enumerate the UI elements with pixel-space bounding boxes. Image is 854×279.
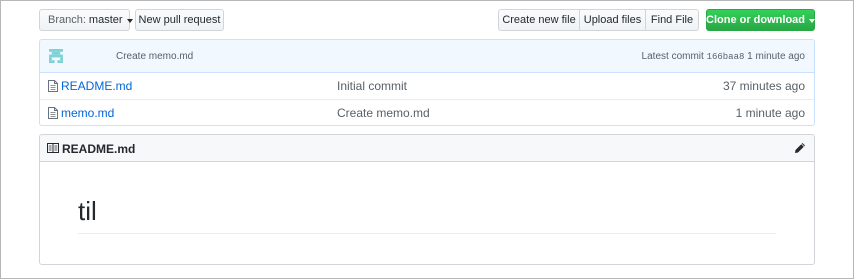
identicon-avatar[interactable] <box>49 49 63 63</box>
file-age: 1 minute ago <box>735 106 805 120</box>
clone-label: Clone or download <box>706 14 805 26</box>
file-actions-group: Create new file Upload files Find File <box>498 9 699 31</box>
readme-title: README.md <box>62 142 136 156</box>
branch-select-button[interactable]: Branch: master <box>39 9 133 31</box>
create-new-file-button[interactable]: Create new file <box>498 9 580 31</box>
pencil-icon[interactable] <box>794 142 806 154</box>
caret-down-icon <box>809 18 815 23</box>
file-commit-message[interactable]: Initial commit <box>337 79 407 93</box>
file-name-link[interactable]: memo.md <box>61 106 114 120</box>
heading-divider <box>78 233 776 234</box>
branch-label: Branch: <box>48 14 86 26</box>
file-icon <box>48 107 58 119</box>
readme-heading: til <box>78 196 97 226</box>
upload-files-button[interactable]: Upload files <box>579 9 646 31</box>
commit-message-link[interactable]: Create memo.md <box>116 51 193 62</box>
branch-value: master <box>88 14 123 26</box>
file-list: Create memo.md Latest commit 166baa8 1 m… <box>39 39 815 126</box>
new-pull-request-button[interactable]: New pull request <box>135 9 224 31</box>
commit-sha-link[interactable]: 166baa8 <box>707 52 745 62</box>
readme-panel: README.md til <box>39 134 815 265</box>
clone-or-download-button[interactable]: Clone or download <box>706 9 815 31</box>
book-icon <box>47 143 59 153</box>
latest-commit-info: Latest commit 166baa8 1 minute ago <box>642 51 805 62</box>
latest-commit-bar: Create memo.md Latest commit 166baa8 1 m… <box>40 40 814 73</box>
file-name-link[interactable]: README.md <box>61 79 132 93</box>
file-commit-message[interactable]: Create memo.md <box>337 106 430 120</box>
file-row: memo.md Create memo.md 1 minute ago <box>40 99 814 125</box>
file-row: README.md Initial commit 37 minutes ago <box>40 73 814 99</box>
readme-content: til <box>40 162 814 264</box>
readme-header: README.md <box>40 135 814 162</box>
latest-commit-label: Latest commit <box>641 51 704 62</box>
file-age: 37 minutes ago <box>722 79 805 93</box>
file-icon <box>48 80 58 92</box>
caret-down-icon <box>126 18 133 23</box>
find-file-button[interactable]: Find File <box>645 9 699 31</box>
commit-age: 1 minute ago <box>747 51 805 62</box>
